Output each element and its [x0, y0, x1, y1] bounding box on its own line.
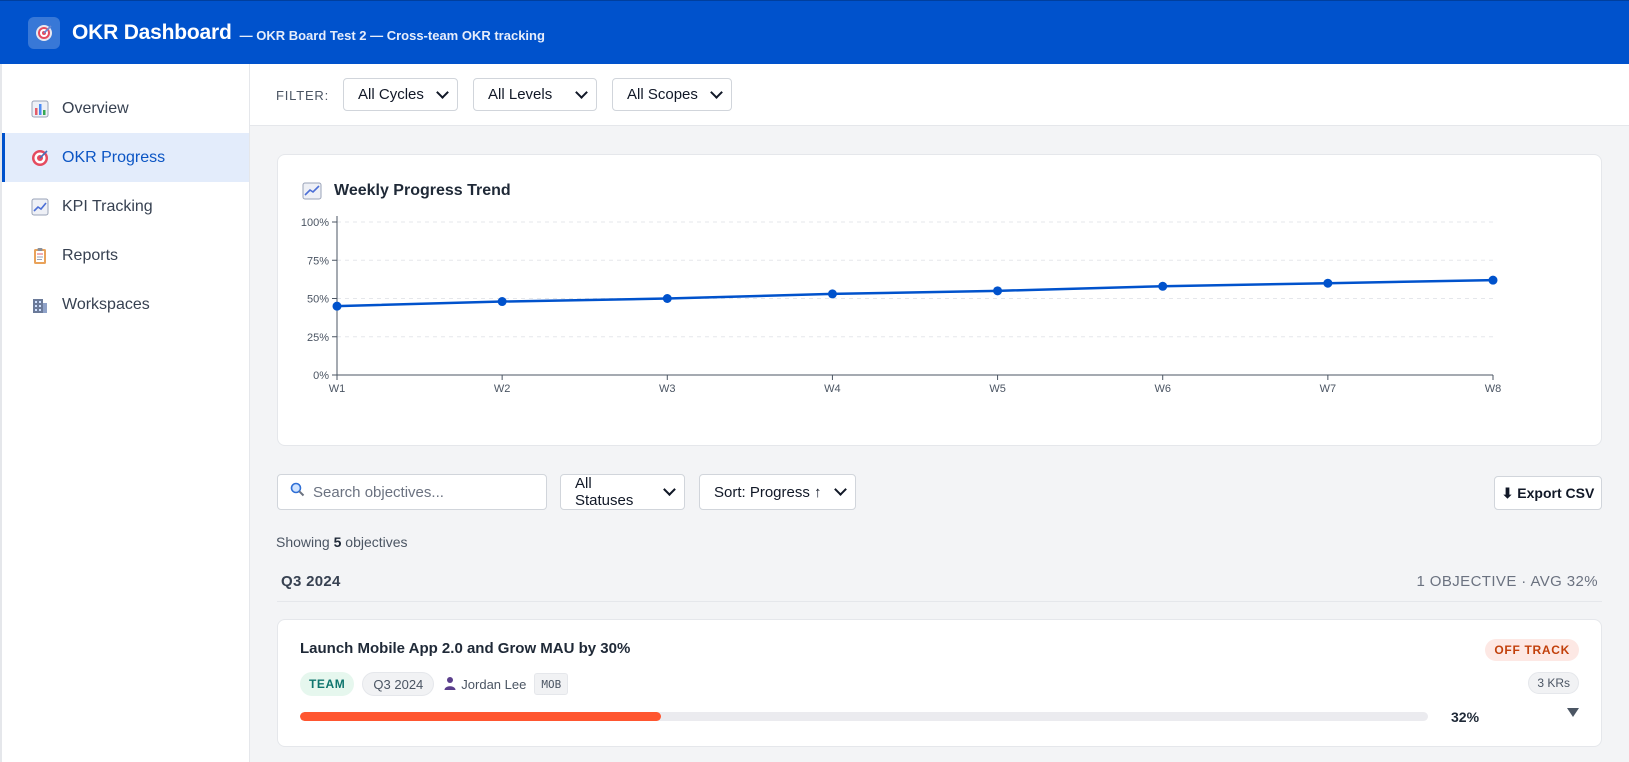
sidebar-item-label: OKR Progress: [62, 148, 166, 166]
x-tick-label: W6: [1154, 383, 1171, 395]
x-tick-label: W3: [659, 383, 676, 395]
data-point: [1158, 281, 1168, 291]
expand-toggle-icon[interactable]: [1567, 708, 1579, 717]
data-point: [827, 289, 837, 299]
sidebar-item-workspaces[interactable]: Workspaces: [2, 280, 249, 329]
app-subtitle: — OKR Board Test 2 — Cross-team OKR trac…: [239, 27, 545, 43]
data-point: [993, 286, 1003, 296]
line-chart-icon: [302, 182, 322, 200]
objective-title[interactable]: Launch Mobile App 2.0 and Grow MAU by 30…: [300, 640, 630, 657]
x-tick-label: W5: [989, 383, 1006, 395]
clipboard-icon: [30, 246, 50, 266]
chart-title-text: Weekly Progress Trend: [334, 182, 511, 199]
owner-name: Jordan Lee: [461, 676, 527, 692]
group-meta: 1 OBJECTIVE · AVG 32%: [1416, 573, 1598, 590]
progress-chart-card: 0% 25% 50% 75% 100% W1 W2 W3 W4 W5 W6 W7 W8 Weekly P…: [277, 154, 1602, 446]
objective-count-text: Showing 5 objectives: [276, 534, 408, 550]
progress-bar: [300, 712, 1428, 721]
person-icon: [444, 676, 456, 693]
y-tick-label: 100%: [301, 217, 329, 229]
x-tick-label: W7: [1320, 383, 1337, 395]
chevron-down-icon: [436, 85, 449, 99]
data-point: [662, 294, 672, 303]
app-header: OKR Dashboard — OKR Board Test 2 — Cross…: [0, 0, 1629, 64]
bar-chart-icon: [30, 99, 50, 119]
filter-bar: FILTER: All Cycles All Levels All Scopes: [250, 64, 1629, 126]
sidebar-item-reports[interactable]: Reports: [2, 231, 249, 280]
cycle-select-value: All Cycles: [358, 86, 424, 103]
objective-card[interactable]: Launch Mobile App 2.0 and Grow MAU by 30…: [277, 619, 1602, 747]
level-select-value: All Levels: [488, 86, 553, 103]
objective-tags: TEAM Q3 2024 Jordan Lee MOB: [300, 672, 569, 696]
search-icon: [290, 482, 305, 502]
sort-select[interactable]: Sort: Progress ↑: [699, 474, 856, 510]
data-point: [497, 297, 507, 307]
y-tick-label: 75%: [307, 255, 329, 267]
search-input[interactable]: [313, 483, 533, 501]
cycle-group-header[interactable]: Q3 2024 1 OBJECTIVE · AVG 32%: [277, 570, 1602, 602]
x-tick-label: W2: [494, 383, 511, 395]
line-chart-icon: [30, 197, 50, 217]
owner: Jordan Lee: [444, 676, 526, 693]
export-csv-button[interactable]: ⬇ Export CSV: [1494, 476, 1602, 510]
level-badge: TEAM: [300, 672, 355, 696]
y-tick-label: 0%: [313, 370, 329, 382]
sidebar-item-label: Workspaces: [62, 295, 150, 313]
sidebar-item-okr-progress[interactable]: OKR Progress: [2, 133, 249, 182]
series-line: [336, 278, 1494, 308]
chevron-down-icon: [710, 85, 723, 99]
status-badge: OFF TRACK: [1485, 639, 1579, 661]
filter-label: FILTER:: [276, 88, 330, 103]
y-tick-label: 50%: [307, 294, 329, 306]
x-tick-label: W4: [824, 383, 841, 395]
objective-count: 5: [333, 534, 342, 550]
progress-percent: 32%: [1451, 709, 1480, 725]
kr-count-badge: 3 KRs: [1528, 672, 1579, 694]
search-box[interactable]: [277, 474, 547, 510]
x-tick-label: W8: [1485, 383, 1502, 395]
sidebar-item-kpi-tracking[interactable]: KPI Tracking: [2, 182, 249, 231]
cycle-select[interactable]: All Cycles: [343, 78, 459, 111]
objectives-toolbar: All Statuses Sort: Progress ↑ ⬇ Export C…: [277, 474, 1602, 510]
cycle-badge: Q3 2024: [362, 672, 435, 696]
level-select[interactable]: All Levels: [473, 78, 598, 111]
sidebar: Overview OKR Progress KPI Tracking Repor…: [0, 64, 250, 762]
building-icon: [30, 295, 50, 315]
group-title: Q3 2024: [281, 573, 341, 590]
chevron-down-icon: [834, 483, 847, 496]
data-point: [1488, 275, 1498, 285]
chevron-down-icon: [575, 85, 588, 99]
scope-select-value: All Scopes: [627, 86, 698, 103]
target-icon: [30, 148, 50, 168]
status-select[interactable]: All Statuses: [560, 474, 685, 510]
sidebar-item-label: KPI Tracking: [62, 197, 153, 215]
target-icon[interactable]: [28, 16, 60, 49]
x-tick-label: W1: [329, 383, 346, 395]
sidebar-item-overview[interactable]: Overview: [2, 84, 249, 133]
sidebar-item-label: Reports: [62, 246, 119, 264]
data-point: [332, 301, 342, 311]
sidebar-item-label: Overview: [62, 99, 129, 117]
app-title: OKR Dashboard: [72, 20, 232, 44]
status-select-value: All Statuses: [575, 475, 634, 509]
y-tick-label: 25%: [307, 332, 329, 344]
scope-code: MOB: [534, 673, 569, 695]
chart-title: Weekly Progress Trend: [302, 182, 511, 200]
scope-select[interactable]: All Scopes: [612, 78, 733, 111]
chevron-down-icon: [663, 483, 676, 496]
data-point: [1323, 278, 1333, 288]
sort-select-value: Sort: Progress ↑: [714, 483, 822, 501]
progress-bar-fill: [300, 712, 661, 721]
